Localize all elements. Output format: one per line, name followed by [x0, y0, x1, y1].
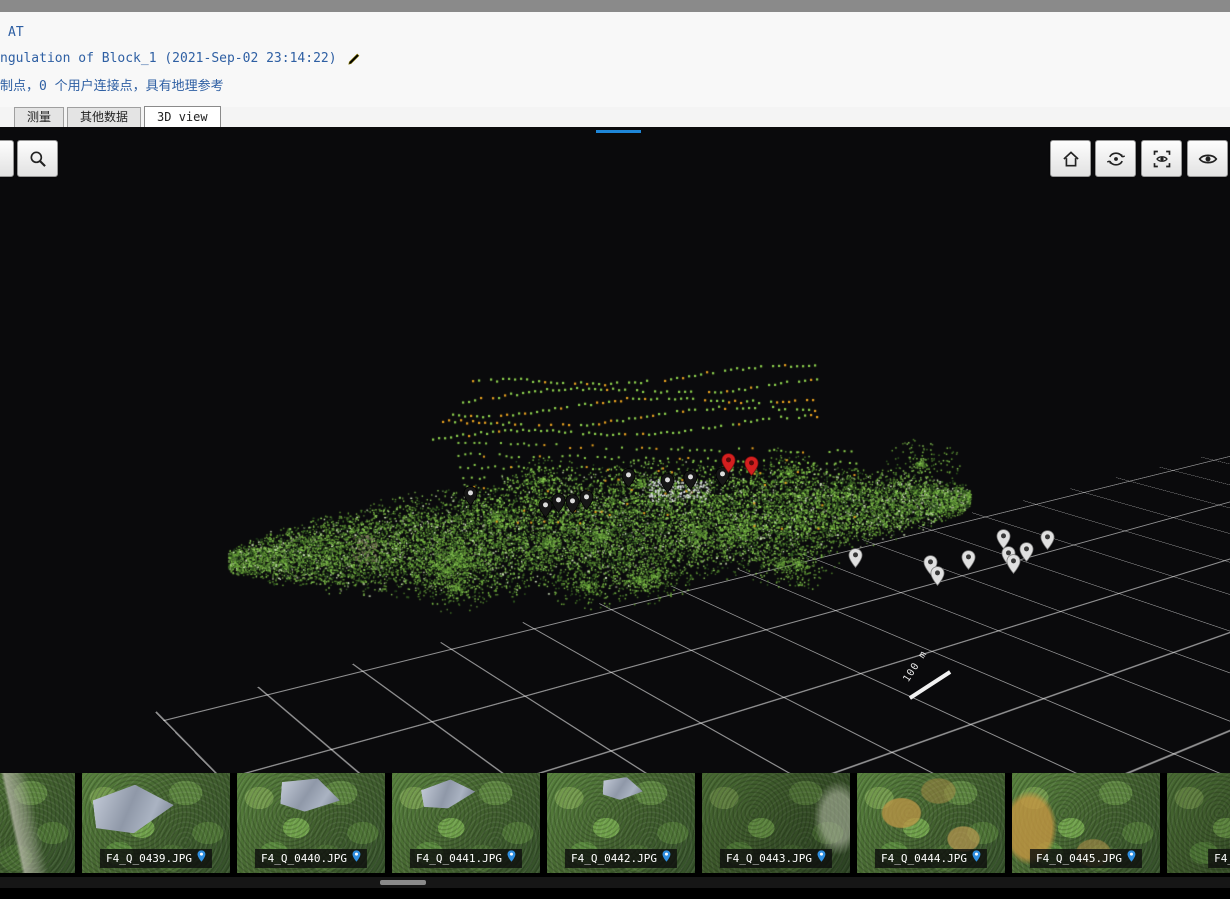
geo-pin-icon — [1127, 850, 1136, 867]
view-toolbar — [1095, 140, 1228, 177]
orbit-view-button[interactable] — [1095, 140, 1136, 177]
filmstrip-thumbnail[interactable]: F4_Q_0444.JPG — [857, 773, 1005, 873]
tab-measure[interactable]: 测量 — [14, 107, 64, 127]
edge-tool-button[interactable] — [0, 140, 14, 177]
home-icon — [1061, 149, 1081, 169]
thumbnail-filename: F4_Q_0441.JPG — [416, 851, 502, 867]
photo-pin-gray[interactable] — [848, 548, 863, 568]
app-window: AT ngulation of Block_1 (2021-Sep-02 23:… — [0, 0, 1230, 899]
photo-pin-red[interactable] — [721, 453, 736, 473]
filmstrip-thumbnail[interactable]: F4_Q_0439.JPG — [82, 773, 230, 873]
geo-pin-icon — [352, 850, 361, 867]
filmstrip-thumbnail[interactable]: F4_Q_0445.JPG — [1012, 773, 1160, 873]
photo-pin-red[interactable] — [744, 456, 759, 476]
filmstrip-scrollbar[interactable] — [0, 877, 1230, 888]
left-toolbar — [0, 140, 58, 177]
filmstrip-thumbnail[interactable]: 38.JPG — [0, 773, 75, 873]
geo-pin-icon — [972, 850, 981, 867]
thumbnail-photo — [0, 773, 75, 873]
orbit-icon — [1106, 149, 1126, 169]
thumbnail-overlay — [0, 773, 75, 873]
thumbnail-filename: F4_Q_0444.JPG — [881, 851, 967, 867]
filmstrip-thumbnail[interactable]: F4_Q_0440.JPG — [237, 773, 385, 873]
geo-pin-icon — [662, 850, 671, 867]
tab-other-data[interactable]: 其他数据 — [67, 107, 141, 127]
block-title: ngulation of Block_1 (2021-Sep-02 23:14:… — [0, 51, 337, 66]
photo-pin-black[interactable] — [463, 486, 478, 506]
filmstrip-thumbnail[interactable]: F4_Q_0443.JPG — [702, 773, 850, 873]
zoom-extents-button[interactable] — [1141, 140, 1182, 177]
thumbnail-filename: F4_Q_0442.JPG — [571, 851, 657, 867]
partial-tool-icon — [0, 149, 4, 169]
photo-pin-black[interactable] — [660, 473, 675, 493]
filmstrip-thumbnail[interactable]: F4_Q_0441.JPG — [392, 773, 540, 873]
tab-bar: 测量其他数据3D view — [0, 107, 1230, 127]
project-type-label: AT — [8, 25, 24, 40]
thumbnail-label: F4_Q_0 — [1208, 849, 1230, 868]
photo-pin-gray[interactable] — [961, 550, 976, 570]
tab-3d-view[interactable]: 3D view — [144, 106, 221, 127]
splitter-handle[interactable] — [596, 130, 641, 133]
thumbnail-label: F4_Q_0443.JPG — [720, 849, 832, 868]
viewport-3d[interactable]: 100 m — [0, 127, 1230, 773]
thumbnail-label: F4_Q_0442.JPG — [565, 849, 677, 868]
geo-pin-icon — [197, 850, 206, 867]
home-view-button[interactable] — [1050, 140, 1091, 177]
block-georef-info: 制点，0 个用户连接点，具有地理参考 — [0, 75, 224, 94]
thumbnail-filename: F4_Q_0 — [1214, 851, 1230, 867]
thumbnail-label: F4_Q_0440.JPG — [255, 849, 367, 868]
window-titlebar[interactable] — [0, 0, 1230, 12]
filmstrip-thumbnail[interactable]: F4_Q_0 — [1167, 773, 1230, 873]
photo-pin-black[interactable] — [683, 470, 698, 490]
edit-icon[interactable] — [347, 52, 361, 66]
visibility-button[interactable] — [1187, 140, 1228, 177]
photo-pin-gray[interactable] — [1019, 542, 1034, 562]
photo-pin-black[interactable] — [551, 493, 566, 513]
geo-pin-icon — [817, 850, 826, 867]
photo-pin-gray[interactable] — [930, 566, 945, 586]
thumbnail-label: F4_Q_0441.JPG — [410, 849, 522, 868]
photo-pin-black[interactable] — [579, 490, 594, 510]
photo-pin-black[interactable] — [621, 468, 636, 488]
eye-icon — [1198, 149, 1218, 169]
geo-pin-icon — [507, 850, 516, 867]
filmstrip: 38.JPG F4_Q_0439.JPG F4_Q_0440.JPG F4_Q_044… — [0, 773, 1230, 875]
point-cloud-canvas[interactable] — [0, 127, 1230, 773]
thumbnail-filename: F4_Q_0440.JPG — [261, 851, 347, 867]
magnifier-icon — [28, 149, 48, 169]
home-toolbar — [1050, 140, 1091, 177]
zoom-tool-button[interactable] — [17, 140, 58, 177]
photo-pin-black[interactable] — [565, 494, 580, 514]
scrollbar-thumb[interactable] — [380, 880, 426, 885]
filmstrip-thumbnail[interactable]: F4_Q_0442.JPG — [547, 773, 695, 873]
thumbnail-label: F4_Q_0444.JPG — [875, 849, 987, 868]
thumbnail-label: F4_Q_0445.JPG — [1030, 849, 1142, 868]
thumbnail-label: F4_Q_0439.JPG — [100, 849, 212, 868]
project-header: AT ngulation of Block_1 (2021-Sep-02 23:… — [0, 12, 1230, 107]
thumbnail-filename: F4_Q_0443.JPG — [726, 851, 812, 867]
eye-box-icon — [1152, 149, 1172, 169]
photo-pin-gray[interactable] — [1040, 530, 1055, 550]
thumbnail-filename: F4_Q_0439.JPG — [106, 851, 192, 867]
thumbnail-filename: F4_Q_0445.JPG — [1036, 851, 1122, 867]
